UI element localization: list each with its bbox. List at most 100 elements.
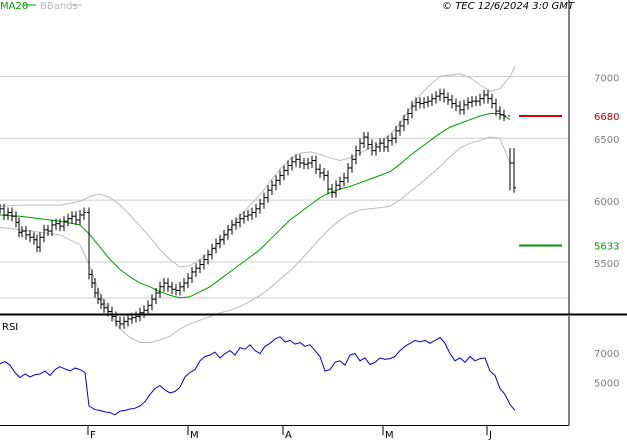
price-bar: [142, 305, 146, 318]
price-bar: [422, 97, 426, 109]
price-bar: [62, 216, 66, 232]
price-bar: [93, 278, 97, 298]
price-bar: [430, 93, 434, 107]
price-bar: [262, 192, 266, 209]
price-bar: [362, 132, 366, 149]
price-bar: [222, 229, 226, 245]
price-bar: [446, 92, 450, 105]
price-bar: [442, 88, 446, 103]
bb-lower-band: [0, 136, 511, 343]
price-bar: [406, 108, 410, 125]
price-bar: [350, 154, 354, 173]
price-bar: [174, 284, 178, 296]
price-bar: [466, 97, 470, 110]
price-bar: [182, 278, 186, 292]
price-y-axis: 7000 6500 6000 5500: [594, 73, 619, 270]
price-bar: [14, 211, 18, 228]
price-bar: [306, 158, 310, 170]
price-bar: [512, 148, 516, 193]
price-bar: [158, 281, 162, 298]
price-bar: [398, 120, 402, 136]
price-bar: [96, 288, 100, 305]
price-bar: [122, 316, 126, 329]
price-bar: [454, 98, 458, 112]
price-bar: [42, 224, 46, 243]
price-bar: [20, 226, 24, 238]
price-bar: [134, 311, 138, 323]
price-bar: [478, 93, 482, 107]
bollinger-bands: [0, 66, 516, 343]
price-bar: [66, 213, 70, 227]
month-label: M: [385, 430, 394, 440]
price-bar: [6, 207, 10, 220]
price-bar: [194, 263, 198, 277]
price-bar: [90, 269, 94, 289]
price-bar: [254, 203, 258, 218]
copyright-text: © TEC 12/6/2024 3:0 GMT: [442, 1, 575, 12]
price-bar: [170, 281, 174, 295]
price-bar: [322, 167, 326, 181]
price-bar: [270, 180, 274, 196]
price-bar: [402, 114, 406, 131]
price-bar: [354, 145, 358, 165]
price-bar: [102, 299, 106, 313]
price-bar: [70, 211, 74, 224]
ma20-line: [0, 113, 511, 299]
price-bar: [366, 132, 370, 150]
price-bar: [278, 170, 282, 186]
price-bar: [214, 238, 218, 254]
price-bar: [186, 273, 190, 289]
price-bar: [250, 207, 254, 220]
level-label: 5633: [594, 242, 619, 253]
x-axis-months: FMAMJ: [87, 425, 492, 440]
price-bar: [474, 96, 478, 107]
price-bar: [298, 154, 302, 168]
price-grid: [0, 75, 569, 299]
price-bar: [38, 232, 42, 253]
price-bar: [462, 99, 466, 115]
month-label: A: [285, 430, 292, 440]
price-bar: [146, 300, 150, 316]
legend-bbands-label: BBands: [40, 1, 78, 12]
price-bar: [334, 180, 338, 198]
price-bar: [310, 155, 314, 168]
price-bar: [438, 88, 442, 102]
price-bar: [274, 175, 278, 191]
price-bar: [162, 278, 166, 292]
month-label: M: [190, 430, 199, 440]
price-bar: [32, 232, 36, 245]
price-bar: [258, 198, 262, 214]
price-bar: [508, 115, 512, 191]
price-bar: [218, 234, 222, 249]
price-bar: [470, 96, 474, 108]
price-bar: [17, 217, 21, 238]
rsi-y-axis: 7000 5000: [594, 349, 619, 389]
price-bar: [82, 207, 86, 220]
price-bar: [282, 165, 286, 181]
price-tick-label: 6500: [594, 135, 619, 146]
legend-ma-label: MA20: [0, 1, 28, 12]
price-bar: [0, 203, 2, 214]
price-bar: [358, 138, 362, 156]
price-tick-label: 6000: [594, 197, 619, 208]
price-bar: [24, 226, 28, 240]
price-bar: [190, 266, 194, 284]
price-bar: [342, 172, 346, 187]
price-bar: [490, 93, 494, 109]
ma20-path: [0, 113, 511, 299]
price-bar: [486, 89, 490, 104]
price-bar: [78, 210, 82, 225]
price-bar: [150, 294, 154, 311]
price-bar: [74, 211, 78, 225]
price-bar: [390, 133, 394, 146]
price-bar: [35, 234, 39, 253]
price-bar: [418, 97, 422, 109]
price-bar: [458, 101, 462, 115]
month-label: J: [488, 430, 492, 440]
price-tick-label: 5500: [594, 259, 619, 270]
price-bar: [246, 210, 250, 222]
price-bar: [46, 224, 50, 237]
price-bar: [166, 278, 170, 292]
price-bar: [226, 224, 230, 240]
price-bar: [99, 294, 103, 310]
